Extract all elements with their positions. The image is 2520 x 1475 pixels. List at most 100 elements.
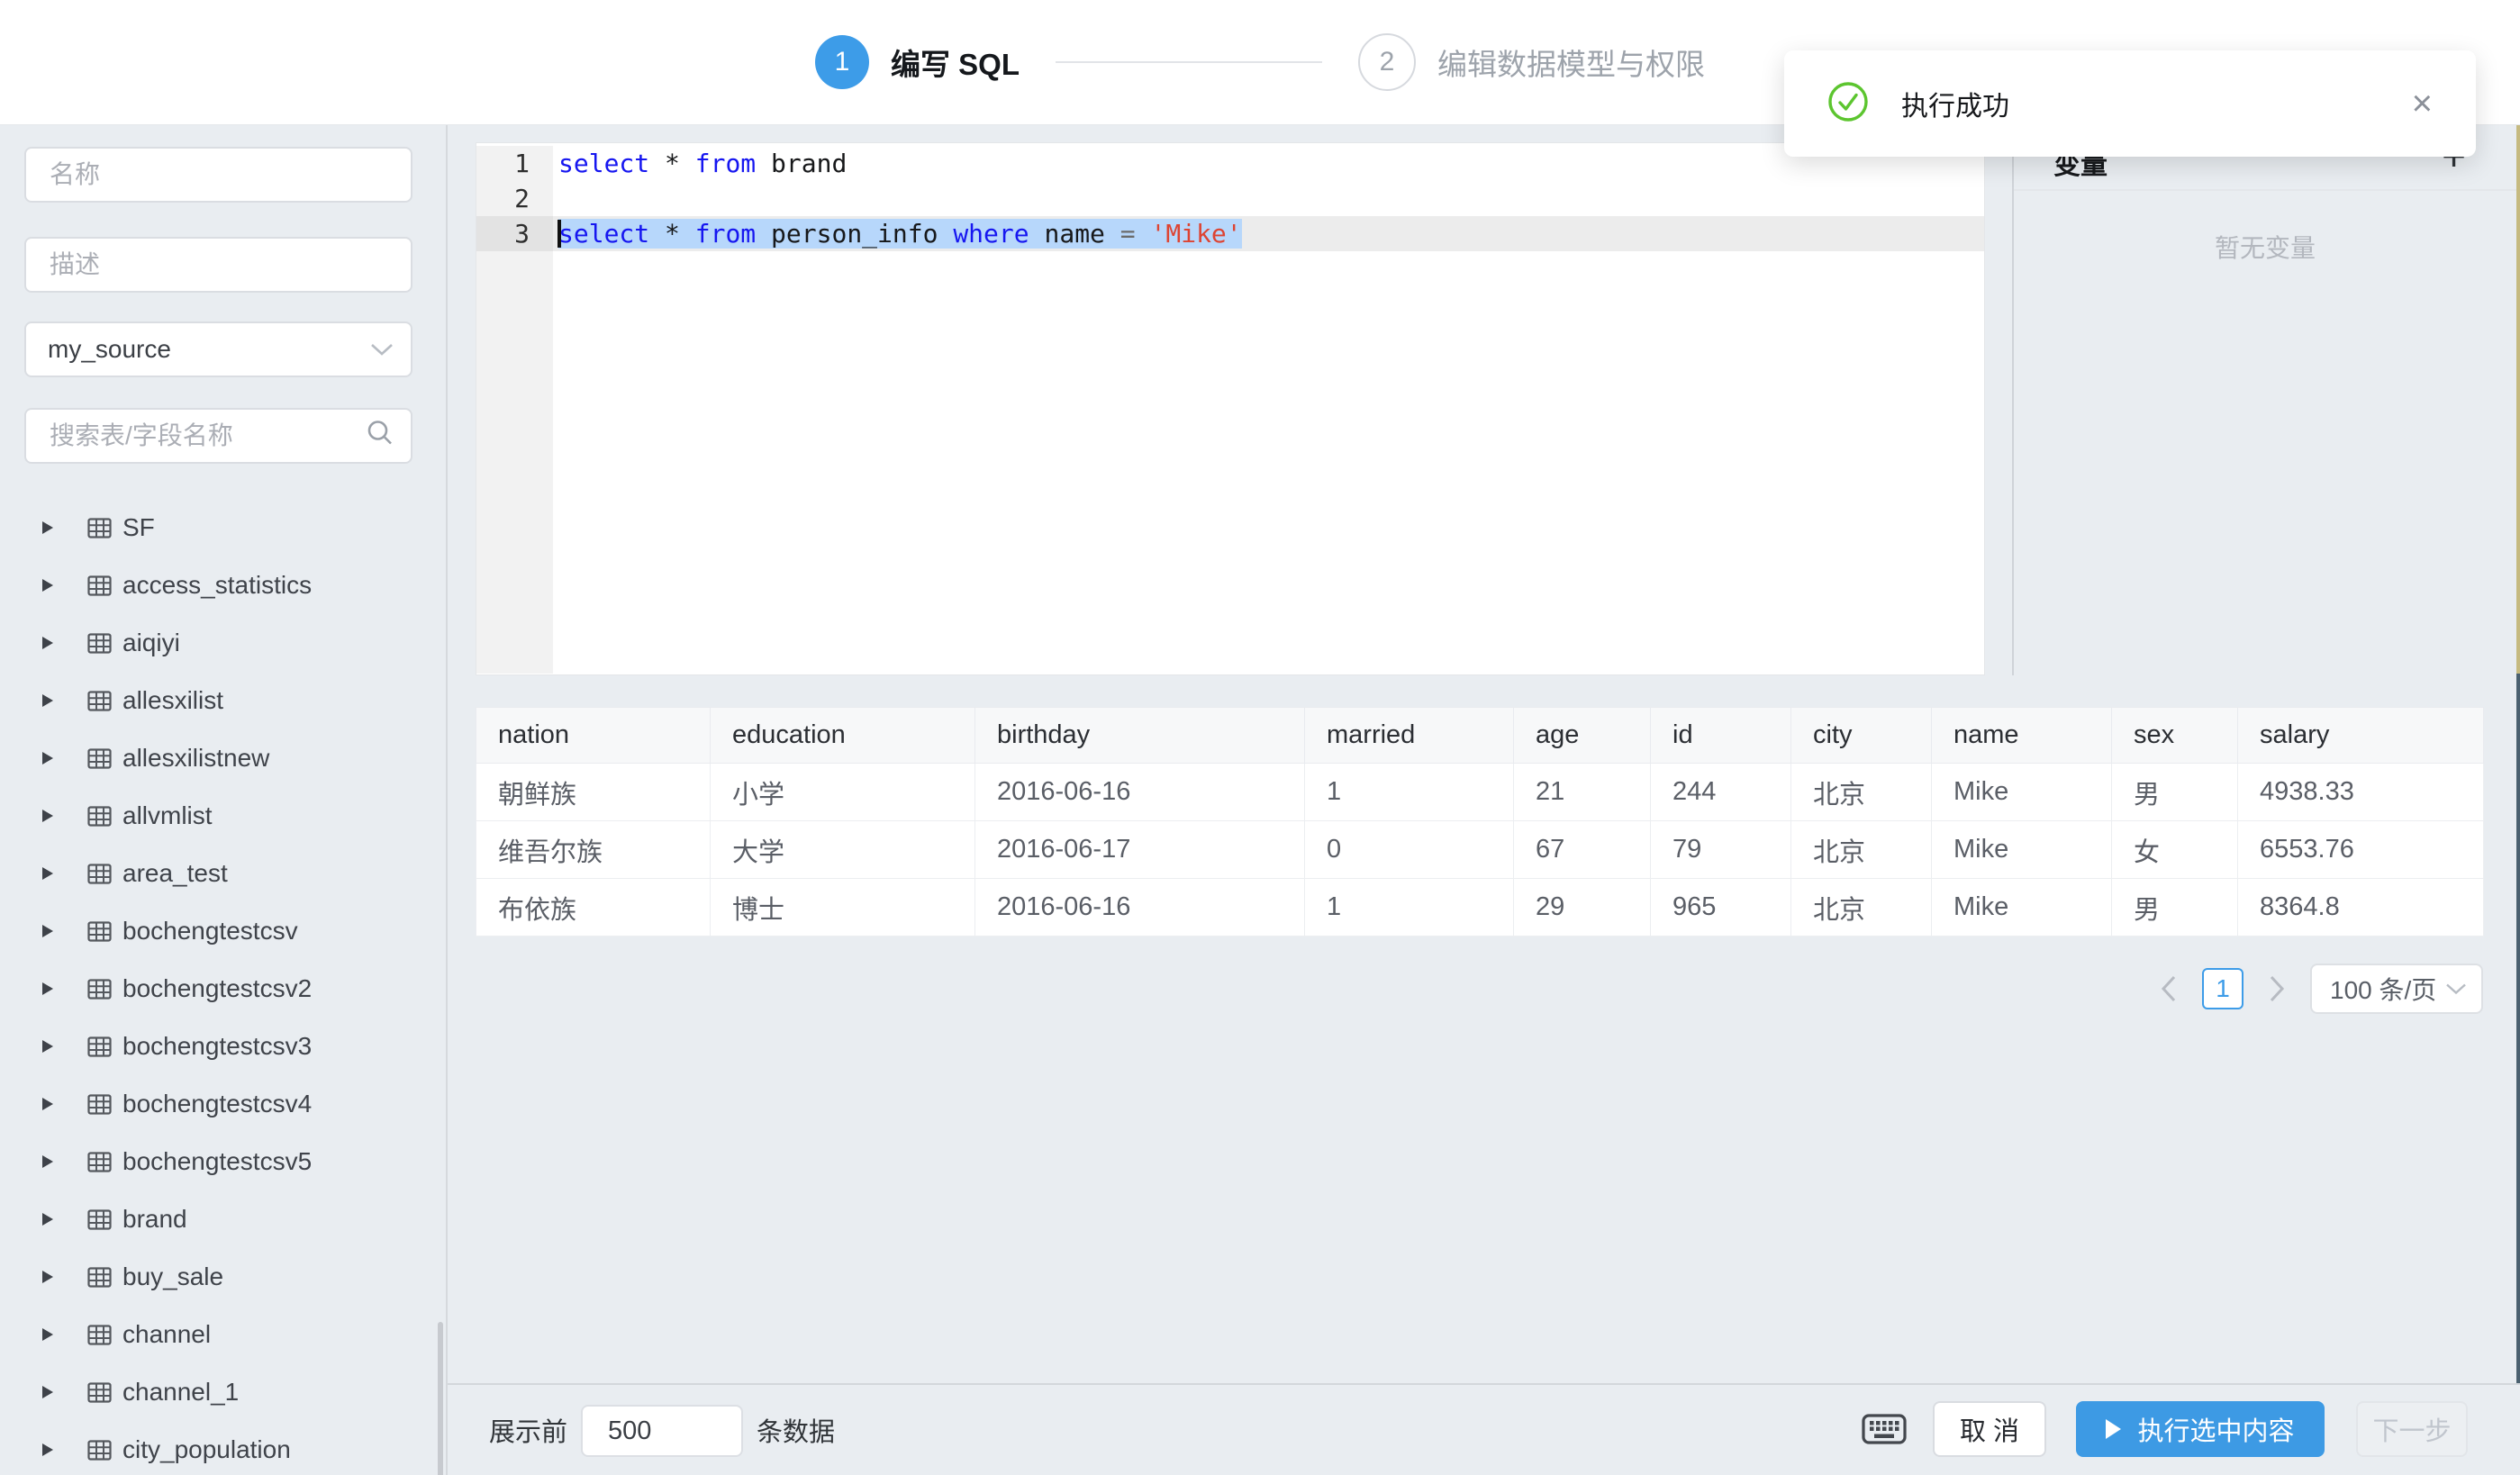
sql-code-editor[interactable]: 1select * from brand23select * from pers… <box>476 142 1985 675</box>
table-tree-item[interactable]: allesxilistnew <box>0 729 446 787</box>
check-circle-icon <box>1827 81 1869 127</box>
table-cell: 0 <box>1305 821 1514 879</box>
table-name-label: allvmlist <box>122 801 213 830</box>
table-cell: 女 <box>2112 821 2238 879</box>
table-tree-item[interactable]: allesxilist <box>0 672 446 729</box>
caret-right-icon[interactable] <box>42 1271 53 1283</box>
caret-right-icon[interactable] <box>42 982 53 995</box>
caret-right-icon[interactable] <box>42 1213 53 1226</box>
table-icon <box>87 864 112 884</box>
table-tree-item[interactable]: bochengtestcsv5 <box>0 1133 446 1190</box>
table-tree-item[interactable]: brand <box>0 1190 446 1248</box>
table-tree-item[interactable]: area_test <box>0 845 446 902</box>
table-tree-item[interactable]: access_statistics <box>0 557 446 614</box>
sql-editor-modal: 1 编写 SQL 2 编辑数据模型与权限 my_source SF access_… <box>0 0 2520 1475</box>
table-cell: 男 <box>2112 879 2238 937</box>
table-tree-item[interactable]: allvmlist <box>0 787 446 845</box>
description-input[interactable] <box>48 249 389 280</box>
table-cell: 29 <box>1514 879 1651 937</box>
column-header: birthday <box>975 708 1305 764</box>
row-limit-input[interactable] <box>606 1416 718 1447</box>
prev-page-icon[interactable] <box>2155 968 2182 1009</box>
caret-right-icon[interactable] <box>42 694 53 707</box>
table-tree-item[interactable]: buy_sale <box>0 1248 446 1306</box>
caret-right-icon[interactable] <box>42 1443 53 1456</box>
table-name-label: city_population <box>122 1435 291 1464</box>
datasource-select[interactable]: my_source <box>24 321 412 377</box>
table-cell: 21 <box>1514 764 1651 821</box>
step-1-label: 编写 SQL <box>891 41 1020 84</box>
run-selection-label: 执行选中内容 <box>2137 1410 2294 1448</box>
table-cell: 79 <box>1651 821 1791 879</box>
search-icon[interactable] <box>366 419 394 454</box>
close-icon[interactable]: × <box>2412 86 2433 122</box>
caret-right-icon[interactable] <box>42 810 53 822</box>
caret-right-icon[interactable] <box>42 925 53 937</box>
code-line-content <box>553 181 1984 216</box>
step-1-circle: 1 <box>815 35 869 89</box>
table-name-label: channel <box>122 1320 211 1349</box>
table-icon <box>87 1209 112 1230</box>
step-connector-line <box>1056 61 1322 63</box>
caret-right-icon[interactable] <box>42 1040 53 1053</box>
table-tree-item[interactable]: SF <box>0 499 446 557</box>
caret-right-icon[interactable] <box>42 1328 53 1341</box>
keyboard-shortcuts-icon[interactable] <box>1862 1414 1907 1449</box>
row-limit-field <box>581 1405 743 1457</box>
next-page-icon[interactable] <box>2263 968 2290 1009</box>
table-icon <box>87 1440 112 1461</box>
page-number-button[interactable]: 1 <box>2202 968 2244 1009</box>
code-line-content: select * from person_info where name = '… <box>553 216 1984 251</box>
description-field-wrap <box>24 237 412 293</box>
datasource-value: my_source <box>48 335 171 364</box>
table-tree-item[interactable]: bochengtestcsv2 <box>0 960 446 1018</box>
run-selection-button[interactable]: 执行选中内容 <box>2076 1401 2325 1457</box>
table-icon <box>87 1382 112 1403</box>
table-name-label: bochengtestcsv <box>122 917 298 946</box>
table-cell: 朝鲜族 <box>476 764 711 821</box>
column-header: education <box>711 708 975 764</box>
table-cell: 北京 <box>1791 879 1932 937</box>
step-2-label: 编辑数据模型与权限 <box>1437 41 1705 84</box>
table-cell: 2016-06-16 <box>975 764 1305 821</box>
table-cell: 4938.33 <box>2238 764 2484 821</box>
table-name-label: bochengtestcsv2 <box>122 974 312 1003</box>
chevron-down-icon <box>2445 982 2467 996</box>
table-cell: 965 <box>1651 879 1791 937</box>
table-tree-item[interactable]: city_population <box>0 1421 446 1475</box>
limit-prefix: 展示前 <box>489 1385 567 1475</box>
column-header: salary <box>2238 708 2484 764</box>
table-name-label: access_statistics <box>122 571 312 600</box>
page-size-select[interactable]: 100 条/页 <box>2310 964 2483 1014</box>
pagination: 1 100 条/页 <box>476 964 2483 1014</box>
table-icon <box>87 633 112 654</box>
editor-gutter <box>476 251 553 674</box>
table-tree-item[interactable]: bochengtestcsv3 <box>0 1018 446 1075</box>
caret-right-icon[interactable] <box>42 637 53 649</box>
table-name-label: allesxilistnew <box>122 744 269 773</box>
table-icon <box>87 979 112 1000</box>
variables-panel: + 变量 暂无变量 <box>2012 142 2516 675</box>
cancel-button[interactable]: 取 消 <box>1933 1401 2046 1457</box>
caret-right-icon[interactable] <box>42 1098 53 1110</box>
play-icon <box>2106 1419 2121 1439</box>
name-input[interactable] <box>48 159 389 190</box>
table-tree-item[interactable]: channel_1 <box>0 1363 446 1421</box>
caret-right-icon[interactable] <box>42 521 53 534</box>
line-number: 2 <box>476 181 553 216</box>
caret-right-icon[interactable] <box>42 752 53 765</box>
table-tree-item[interactable]: aiqiyi <box>0 614 446 672</box>
table-row: 布依族博士2016-06-16129965北京Mike男8364.8 <box>476 879 2484 937</box>
table-tree-item[interactable]: channel <box>0 1306 446 1363</box>
chevron-down-icon <box>369 335 394 364</box>
table-tree-item[interactable]: bochengtestcsv4 <box>0 1075 446 1133</box>
next-step-button[interactable]: 下一步 <box>2356 1401 2468 1457</box>
sidebar-scrollbar-thumb[interactable] <box>438 1322 443 1475</box>
caret-right-icon[interactable] <box>42 1155 53 1168</box>
table-search-input[interactable] <box>48 421 389 451</box>
caret-right-icon[interactable] <box>42 1386 53 1398</box>
table-tree-item[interactable]: bochengtestcsv <box>0 902 446 960</box>
step-2-circle: 2 <box>1358 33 1416 91</box>
caret-right-icon[interactable] <box>42 579 53 592</box>
caret-right-icon[interactable] <box>42 867 53 880</box>
